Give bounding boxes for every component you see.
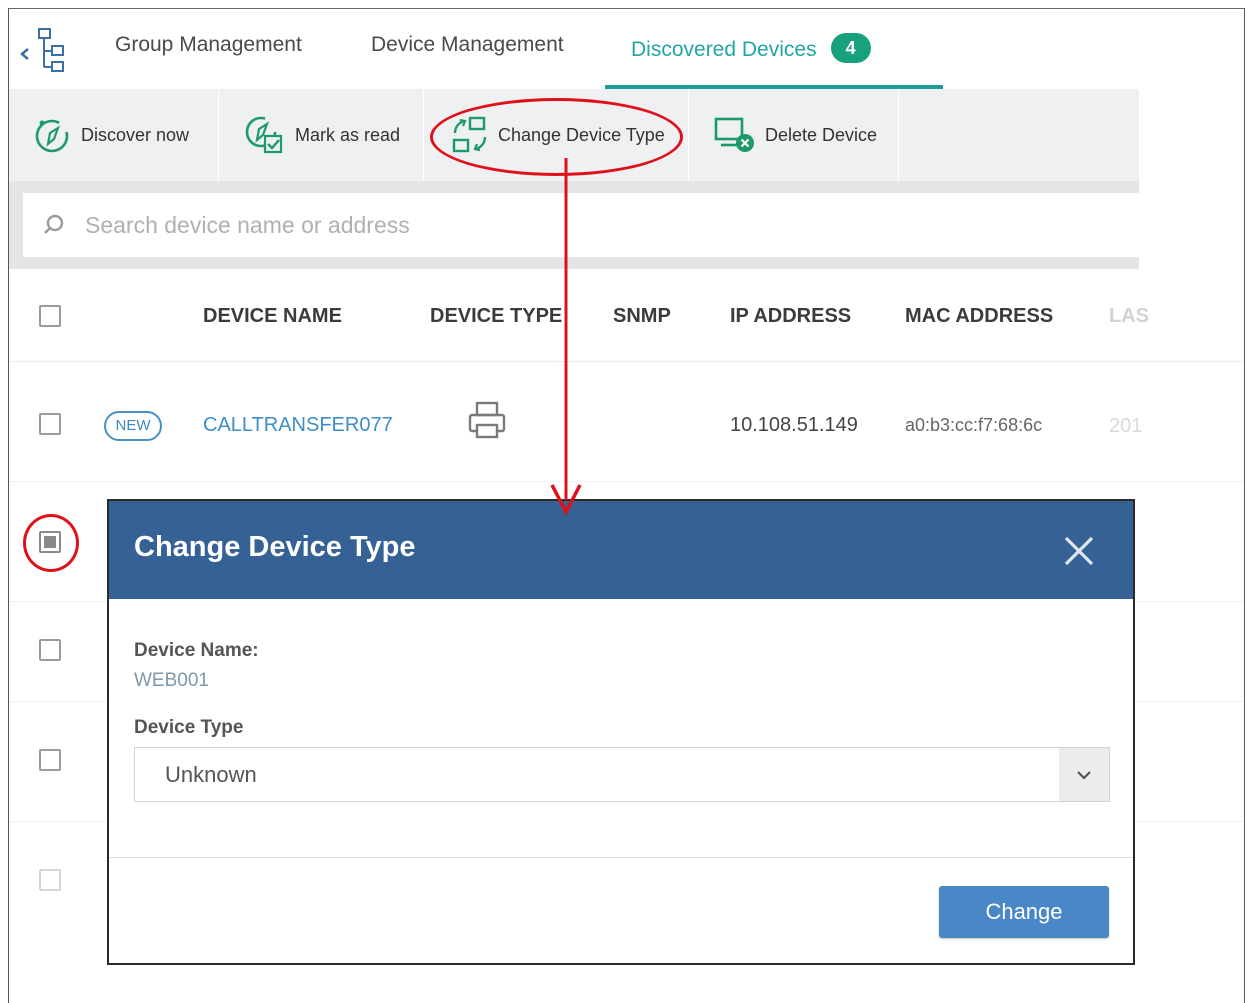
chevron-down-icon: [1077, 770, 1091, 780]
count-badge: 4: [830, 33, 871, 63]
device-type-label: Device Type: [134, 717, 244, 738]
compass-icon: [35, 119, 69, 153]
column-ip-address[interactable]: IP ADDRESS: [730, 305, 851, 328]
checkbox-fill: [44, 536, 56, 548]
table-row[interactable]: NEW CALLTRANSFER077 10.108.51.149 a0:b3:…: [9, 361, 1244, 482]
search-input[interactable]: [83, 210, 987, 240]
column-mac-address[interactable]: MAC ADDRESS: [905, 305, 1053, 328]
dropdown-toggle[interactable]: [1059, 748, 1109, 801]
select-all-checkbox[interactable]: [39, 305, 61, 327]
dialog-header: Change Device Type: [109, 501, 1133, 599]
tab-label: Discovered Devices: [631, 38, 817, 61]
close-icon[interactable]: [1061, 533, 1097, 569]
printer-icon: [468, 401, 506, 439]
swap-icon: [452, 116, 487, 153]
column-device-type[interactable]: DEVICE TYPE: [430, 305, 562, 328]
row-checkbox[interactable]: [39, 869, 61, 891]
table-header: DEVICE NAME DEVICE TYPE SNMP IP ADDRESS …: [9, 269, 1244, 362]
last-seen-cell: 201: [1109, 415, 1143, 437]
device-type-selected-value: Unknown: [165, 762, 257, 787]
tab-discovered-devices[interactable]: Discovered Devices 4: [605, 33, 943, 89]
tab-label: Device Management: [371, 33, 564, 56]
tab-group-management[interactable]: Group Management: [115, 33, 302, 89]
device-name-link[interactable]: CALLTRANSFER077: [203, 414, 393, 437]
dialog-divider: [109, 857, 1133, 858]
device-name-label: Device Name:: [134, 640, 259, 661]
row-checkbox[interactable]: [39, 413, 61, 435]
tab-bar: Group Management Device Management Disco…: [9, 9, 1244, 89]
change-device-type-dialog: Change Device Type Device Name: WEB001 D…: [107, 499, 1135, 965]
delete-device-label: Delete Device: [765, 124, 878, 145]
change-button[interactable]: Change: [939, 886, 1109, 938]
ip-address-cell: 10.108.51.149: [730, 414, 858, 436]
dialog-title: Change Device Type: [134, 531, 416, 563]
tab-label: Group Management: [115, 33, 302, 56]
row-checkbox[interactable]: [39, 749, 61, 771]
tree-icon: [20, 28, 64, 72]
column-snmp[interactable]: SNMP: [613, 305, 671, 328]
tab-device-management[interactable]: Device Management: [371, 33, 564, 89]
toolbar: Discover now Mark as read Change Device …: [9, 89, 1139, 181]
new-badge: NEW: [104, 411, 162, 441]
row-checkbox-checked[interactable]: [39, 531, 61, 553]
mark-as-read-button[interactable]: Mark as read: [219, 89, 424, 181]
search-box: [23, 193, 1139, 257]
mac-address-cell: a0:b3:cc:f7:68:6c: [905, 415, 1043, 435]
device-type-select[interactable]: Unknown: [134, 747, 1110, 802]
row-checkbox[interactable]: [39, 639, 61, 661]
device-name-value: WEB001: [134, 670, 209, 691]
column-device-name[interactable]: DEVICE NAME: [203, 305, 342, 328]
search-icon: [44, 214, 64, 234]
discover-now-label: Discover now: [81, 124, 190, 145]
change-device-type-button[interactable]: Change Device Type: [424, 89, 689, 181]
back-tree-button[interactable]: [14, 27, 70, 77]
mark-as-read-label: Mark as read: [295, 124, 401, 145]
mark-read-icon: [245, 116, 283, 154]
column-last[interactable]: LAS: [1109, 305, 1149, 328]
discover-now-button[interactable]: Discover now: [9, 89, 219, 181]
delete-device-button[interactable]: Delete Device: [689, 89, 899, 181]
search-bar: [9, 181, 1139, 269]
delete-device-icon: [714, 117, 754, 152]
change-device-type-label: Change Device Type: [498, 124, 665, 145]
